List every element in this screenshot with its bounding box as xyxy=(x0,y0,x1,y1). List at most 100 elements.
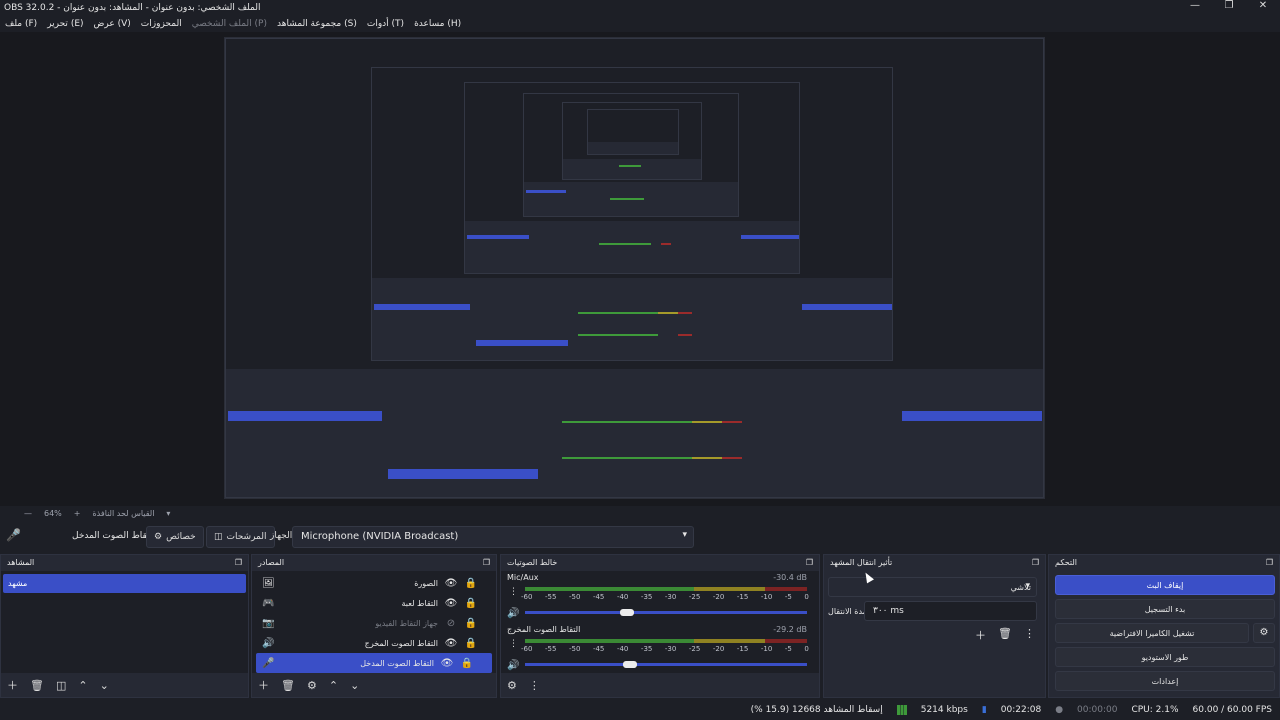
sources-list[interactable]: 🖼 الصورة 👁 🔒 🎮 التقاط لعبة 👁 🔒 📷 جهاز ال… xyxy=(252,571,496,673)
dock-float-icon[interactable]: ❐ xyxy=(1266,558,1273,567)
menu-view[interactable]: عرض (V) xyxy=(94,19,131,29)
source-item-audio-output[interactable]: 🔊 التقاط الصوت المخرج 👁 🔒 xyxy=(252,633,496,653)
move-down-icon[interactable]: ⌄ xyxy=(100,679,109,692)
remove-transition-icon[interactable]: 🗑 xyxy=(998,627,1012,643)
lock-icon[interactable]: 🔒 xyxy=(464,598,478,609)
source-item-game-capture[interactable]: 🎮 التقاط لعبة 👁 🔒 xyxy=(252,593,496,613)
meter-tick-label: -40 xyxy=(616,593,629,601)
move-down-icon[interactable]: ⌄ xyxy=(350,679,359,692)
eye-icon[interactable]: 👁 xyxy=(444,578,458,589)
transition-actions: ＋ 🗑 ⋮ xyxy=(975,627,1035,643)
duration-input[interactable]: ٣٠٠ ms xyxy=(864,601,1037,621)
menu-edit[interactable]: تحرير (E) xyxy=(47,19,83,29)
menu-docks[interactable]: المحزوزات xyxy=(141,19,182,29)
close-button[interactable]: ✕ xyxy=(1246,0,1280,11)
stream-time: 00:22:08 xyxy=(1000,705,1042,715)
dock-float-icon[interactable]: ❐ xyxy=(1032,558,1039,567)
meter-tick-label: -55 xyxy=(544,593,557,601)
eye-icon[interactable]: 👁 xyxy=(444,598,458,609)
zoom-mode-caret-icon[interactable]: ▾ xyxy=(166,509,170,518)
sources-dock-header: المصادر ❐ xyxy=(252,555,496,570)
add-source-icon[interactable]: ＋ xyxy=(258,677,269,693)
source-item-video-capture[interactable]: 📷 جهاز التقاط الفيديو ⊘ 🔒 xyxy=(252,613,496,633)
title-bar: OBS 32.0.2 - الملف الشخصي: بدون عنوان - … xyxy=(0,0,1280,15)
settings-button[interactable]: إعدادات xyxy=(1055,671,1275,691)
image-icon: 🖼 xyxy=(262,577,275,589)
lock-icon[interactable]: 🔒 xyxy=(464,578,478,589)
dock-float-icon[interactable]: ❐ xyxy=(483,558,490,567)
transition-select[interactable]: تلاشي ▾ xyxy=(828,577,1037,597)
eye-hidden-icon[interactable]: ⊘ xyxy=(444,618,458,629)
stop-stream-button[interactable]: إيقاف البث xyxy=(1055,575,1275,595)
mixer-menu-icon[interactable]: ⋮ xyxy=(529,679,540,692)
volume-knob[interactable] xyxy=(623,661,638,668)
move-up-icon[interactable]: ⌃ xyxy=(78,679,87,692)
speaker-icon[interactable]: 🔊 xyxy=(507,660,519,671)
menu-profile[interactable]: الملف الشخصي (P) xyxy=(192,19,267,29)
preview-area[interactable] xyxy=(0,32,1280,506)
filters-label: المرشحات xyxy=(226,532,267,542)
kebab-icon[interactable]: ⋮ xyxy=(509,639,518,649)
device-select[interactable]: Microphone (NVIDIA Broadcast) ▾ xyxy=(292,526,694,548)
source-label: التقاط الصوت المدخل xyxy=(360,658,434,668)
studio-mode-button[interactable]: طور الاستوديو xyxy=(1055,647,1275,667)
advanced-audio-icon[interactable]: ⚙ xyxy=(507,679,517,692)
lock-icon[interactable]: 🔒 xyxy=(464,618,478,629)
filter-icon: ◫ xyxy=(214,532,223,542)
kebab-icon[interactable]: ⋮ xyxy=(509,587,518,597)
minimize-button[interactable]: — xyxy=(1178,0,1212,11)
filters-button[interactable]: ◫ المرشحات xyxy=(206,526,275,548)
gamepad-icon: 🎮 xyxy=(262,597,275,609)
scene-item[interactable]: مشهد xyxy=(3,574,246,593)
bitrate: 5214 kbps xyxy=(920,705,968,715)
meter-tick-label: -40 xyxy=(616,645,629,653)
maximize-button[interactable]: ❐ xyxy=(1212,0,1246,11)
scene-filters-icon[interactable]: ◫ xyxy=(56,679,66,692)
zoom-out-button[interactable]: — xyxy=(24,509,32,518)
volume-knob[interactable] xyxy=(620,609,635,616)
zoom-mode-label[interactable]: القياس لحد النافذة xyxy=(92,509,154,518)
preview-canvas[interactable] xyxy=(224,37,1045,499)
device-label: الجهاز xyxy=(270,531,293,541)
meter-tick-label: -55 xyxy=(544,645,557,653)
mixer-title: خالط الصوتيات xyxy=(507,558,558,567)
source-item-image[interactable]: 🖼 الصورة 👁 🔒 xyxy=(252,573,496,593)
remove-source-icon[interactable]: 🗑 xyxy=(281,679,295,692)
source-item-audio-input[interactable]: 🎤 التقاط الصوت المدخل 👁 🔒 xyxy=(256,653,492,673)
remove-scene-icon[interactable]: 🗑 xyxy=(30,679,44,692)
menu-tools[interactable]: أدوات (T) xyxy=(367,19,404,29)
dock-float-icon[interactable]: ❐ xyxy=(806,558,813,567)
record-icon: ● xyxy=(1055,705,1064,715)
add-transition-icon[interactable]: ＋ xyxy=(975,627,986,643)
dock-float-icon[interactable]: ❐ xyxy=(235,558,242,567)
speaker-icon[interactable]: 🔊 xyxy=(507,608,519,619)
menu-scene-collection[interactable]: مجموعة المشاهد (S) xyxy=(277,19,357,29)
zoom-in-button[interactable]: + xyxy=(74,509,81,518)
menu-help[interactable]: مساعدة (H) xyxy=(414,19,461,29)
meter-tick-label: -30 xyxy=(664,593,677,601)
source-properties-icon[interactable]: ⚙ xyxy=(307,679,317,692)
meter-tick-label: 0 xyxy=(804,645,809,653)
virtual-camera-settings-icon[interactable]: ⚙ xyxy=(1253,623,1275,643)
meter-tick-label: -30 xyxy=(664,645,677,653)
transitions-dock-header: تأثير انتقال المشهد ❐ xyxy=(824,555,1045,570)
signal-icon xyxy=(896,705,907,715)
lock-icon[interactable]: 🔒 xyxy=(464,638,478,649)
menu-file[interactable]: ملف (F) xyxy=(5,19,37,29)
add-scene-icon[interactable]: ＋ xyxy=(7,677,18,693)
move-up-icon[interactable]: ⌃ xyxy=(329,679,338,692)
scenes-dock: المشاهد ❐ مشهد ＋ 🗑 ◫ ⌃ ⌄ xyxy=(0,554,249,698)
eye-icon[interactable]: 👁 xyxy=(444,638,458,649)
scenes-list[interactable]: مشهد xyxy=(1,571,248,673)
virtual-camera-button[interactable]: تشغيل الكاميرا الافتراضية xyxy=(1055,623,1249,643)
zoom-bar: — 64% + القياس لحد النافذة ▾ xyxy=(0,506,1280,521)
eye-icon[interactable]: 👁 xyxy=(440,658,454,669)
lock-icon[interactable]: 🔒 xyxy=(460,658,474,669)
transition-menu-icon[interactable]: ⋮ xyxy=(1024,627,1035,643)
start-record-button[interactable]: بدء التسجيل xyxy=(1055,599,1275,619)
mixer-footer: ⚙ ⋮ xyxy=(501,673,819,697)
gear-icon: ⚙ xyxy=(154,532,163,542)
properties-button[interactable]: ⚙ خصائص xyxy=(146,526,204,548)
volume-slider[interactable] xyxy=(525,663,807,666)
volume-slider[interactable] xyxy=(525,611,807,614)
